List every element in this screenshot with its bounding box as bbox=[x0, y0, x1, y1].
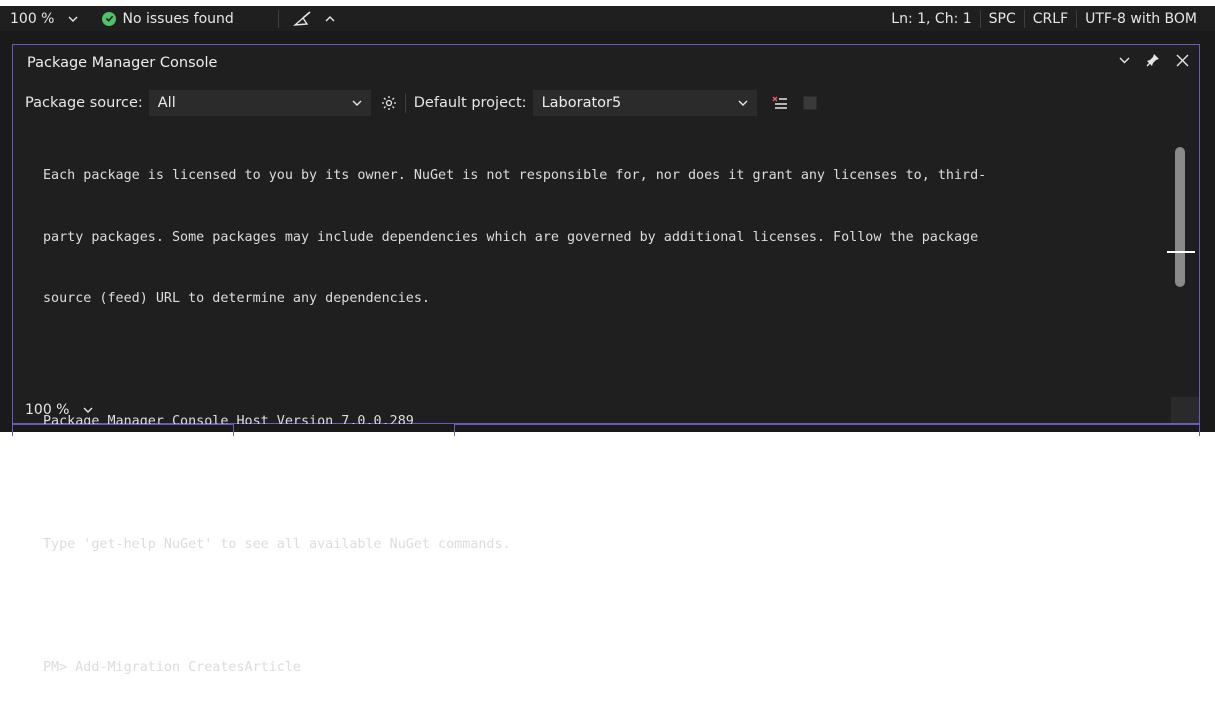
check-circle-icon bbox=[102, 11, 117, 26]
panel-title: Package Manager Console bbox=[27, 55, 218, 71]
window-position-chevron-icon[interactable] bbox=[1119, 57, 1130, 64]
console-line: Each package is licensed to you by its o… bbox=[43, 168, 987, 183]
package-source-value: All bbox=[157, 95, 176, 111]
issues-text: No issues found bbox=[122, 10, 234, 27]
chevron-up-icon[interactable] bbox=[325, 15, 335, 22]
whitespace-indicator[interactable]: SPC bbox=[981, 11, 1024, 27]
console-prompt-line: PM> Add-Migration CreatesArticle bbox=[43, 660, 301, 675]
broom-cleanup-icon[interactable] bbox=[292, 10, 313, 28]
vertical-scrollbar[interactable] bbox=[1167, 135, 1195, 397]
pin-icon[interactable] bbox=[1146, 53, 1160, 67]
gear-icon[interactable] bbox=[381, 95, 397, 111]
default-project-value: Laborator5 bbox=[541, 95, 622, 111]
package-source-dropdown[interactable]: All bbox=[148, 90, 371, 116]
chevron-down-icon bbox=[68, 16, 78, 22]
close-icon[interactable] bbox=[1176, 54, 1189, 67]
clear-console-icon[interactable] bbox=[771, 95, 789, 111]
console-zoom-value: 100 % bbox=[25, 402, 70, 418]
issues-indicator[interactable]: No issues found bbox=[102, 10, 234, 27]
zoom-value: 100 % bbox=[10, 10, 55, 27]
scrollbar-corner bbox=[1171, 397, 1199, 423]
package-source-label: Package source: bbox=[25, 95, 143, 111]
zoom-dropdown[interactable]: 100 % bbox=[10, 11, 78, 27]
stop-command-icon[interactable] bbox=[803, 96, 817, 110]
lower-panel-left bbox=[12, 424, 234, 436]
chevron-down-icon bbox=[352, 100, 362, 106]
console-bottom-bar: 100 % bbox=[13, 397, 1199, 423]
status-right-group: Ln: 1, Ch: 1 SPC CRLF UTF-8 with BOM bbox=[883, 6, 1205, 31]
chevron-down-icon bbox=[83, 407, 93, 413]
console-toolbar: Package source: All Default project: Lab… bbox=[13, 89, 1199, 117]
console-zoom-dropdown[interactable]: 100 % bbox=[25, 402, 93, 418]
chevron-down-icon bbox=[738, 100, 748, 106]
status-divider bbox=[277, 9, 279, 28]
default-project-dropdown[interactable]: Laborator5 bbox=[532, 90, 757, 116]
console-line: source (feed) URL to determine any depen… bbox=[43, 291, 430, 306]
lower-panel-right bbox=[454, 424, 1200, 436]
default-project-label: Default project: bbox=[413, 95, 527, 111]
cursor-position[interactable]: Ln: 1, Ch: 1 bbox=[883, 11, 979, 27]
line-ending-indicator[interactable]: CRLF bbox=[1025, 11, 1076, 27]
editor-status-bar: 100 % No issues found Ln: 1, Ch: 1 SPC C… bbox=[0, 6, 1215, 31]
console-line: Type 'get-help NuGet' to see all availab… bbox=[43, 537, 511, 552]
encoding-indicator[interactable]: UTF-8 with BOM bbox=[1077, 11, 1205, 27]
toolbar-divider bbox=[404, 93, 406, 113]
console-line: party packages. Some packages may includ… bbox=[43, 229, 979, 245]
panel-controls bbox=[1119, 53, 1189, 67]
package-manager-console-panel: Package Manager Console Package source: … bbox=[12, 44, 1200, 675]
scrollbar-position-marker bbox=[1167, 251, 1195, 253]
scrollbar-thumb[interactable] bbox=[1175, 147, 1185, 287]
